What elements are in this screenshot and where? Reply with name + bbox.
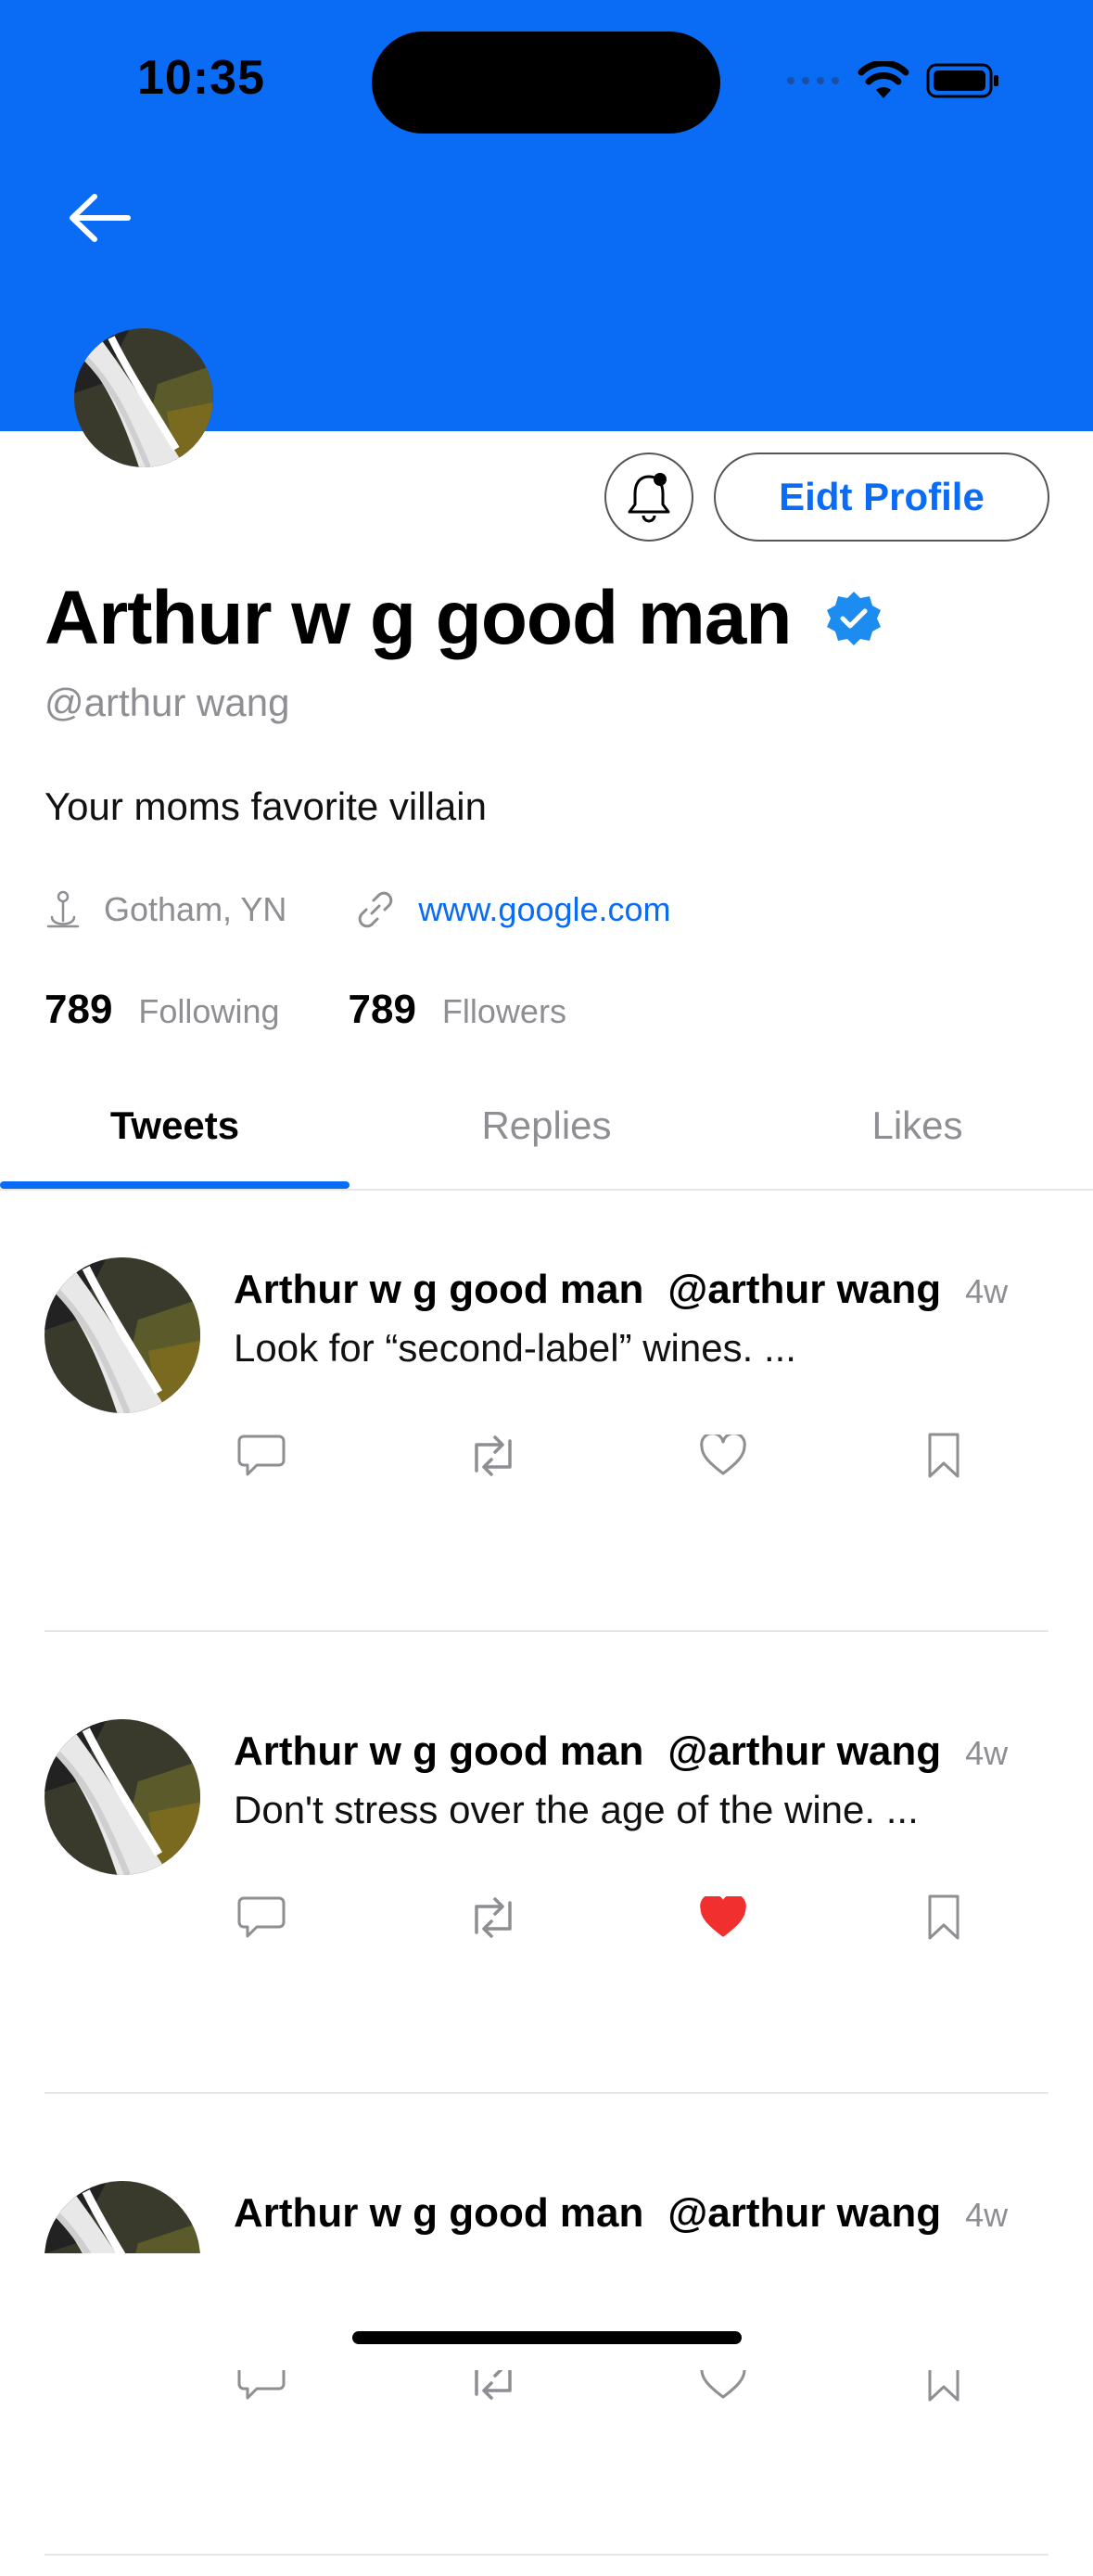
like-button[interactable] [695, 1428, 751, 1484]
tweet-header: Arthur w g good man @arthur wang 4w [234, 2190, 1008, 2237]
profile-avatar[interactable] [74, 328, 213, 467]
bottom-safe-area [0, 2253, 1093, 2370]
tweet-author-handle: @arthur wang [667, 1728, 942, 1774]
waterfall-image [44, 1719, 200, 1875]
profile-bio: Your moms favorite villain [44, 784, 487, 828]
tab-likes[interactable]: Likes [735, 1094, 1093, 1191]
retweet-icon [475, 1897, 512, 1938]
location-pin-icon [46, 890, 80, 928]
bookmark-icon [928, 1433, 960, 1478]
profile-meta: Gotham, YN www.google.com [44, 886, 671, 933]
waterfall-image [74, 328, 213, 467]
profile-tabs: Tweets Replies Likes [0, 1094, 1093, 1191]
bookmark-button[interactable] [916, 1890, 972, 1945]
tweet-timestamp: 4w [965, 1272, 1009, 1310]
wifi-icon [858, 61, 909, 98]
tweet-author-name: Arthur w g good man [234, 1267, 644, 1312]
edit-profile-button[interactable]: Eidt Profile [714, 453, 1049, 542]
like-button[interactable] [695, 1890, 751, 1945]
tweet-avatar[interactable] [44, 1257, 200, 1413]
tweet-text: Look for “second-label” wines. ... [234, 1326, 796, 1370]
following-count[interactable]: 789 [44, 987, 112, 1033]
tweet-header: Arthur w g good man @arthur wang 4w [234, 1728, 1008, 1775]
followers-label[interactable]: Fllowers [442, 992, 566, 1031]
battery-icon [926, 63, 998, 98]
tweet-author-handle: @arthur wang [667, 1267, 942, 1312]
tweet-author-name: Arthur w g good man [234, 2190, 644, 2236]
back-arrow-icon[interactable] [63, 185, 137, 250]
profile-location: Gotham, YN [104, 890, 287, 928]
tweet-author-handle: @arthur wang [667, 2190, 942, 2236]
comment-icon [237, 1435, 286, 1476]
retweet-button[interactable] [465, 1428, 521, 1484]
tweet-divider [44, 2092, 1049, 2094]
home-indicator[interactable] [352, 2331, 742, 2344]
tweet-header: Arthur w g good man @arthur wang 4w [234, 1267, 1008, 1313]
tweet-text: Don't stress over the age of the wine. .… [234, 1788, 919, 1831]
bell-badge-icon [628, 473, 670, 523]
tweet-timestamp: 4w [965, 2196, 1009, 2234]
tweet-actions [0, 1428, 1093, 1484]
tab-tweets[interactable]: Tweets [0, 1094, 350, 1191]
tab-replies[interactable]: Replies [364, 1094, 729, 1191]
tweet-avatar[interactable] [44, 1719, 200, 1875]
verified-badge-icon [827, 592, 881, 645]
waterfall-image [44, 1257, 200, 1413]
tweet-item[interactable]: Arthur w g good man @arthur wang 4w Look… [0, 1191, 1093, 1652]
link-icon [359, 891, 393, 928]
tweet-divider [44, 1630, 1049, 1632]
cellular-signal-icon [787, 77, 839, 84]
retweet-button[interactable] [465, 1890, 521, 1945]
bookmark-button[interactable] [916, 1428, 972, 1484]
comment-icon [237, 1896, 286, 1938]
reply-button[interactable] [234, 1890, 289, 1945]
tweet-divider [44, 2554, 1049, 2556]
heart-icon [700, 1435, 746, 1475]
status-time: 10:35 [137, 51, 265, 105]
following-label[interactable]: Following [138, 992, 279, 1031]
tweet-item[interactable]: Arthur w g good man @arthur wang 4w Don'… [0, 1652, 1093, 2114]
tweet-author-name: Arthur w g good man [234, 1728, 644, 1774]
notifications-button[interactable] [604, 453, 693, 542]
heart-icon [700, 1896, 746, 1937]
reply-button[interactable] [234, 1428, 289, 1484]
profile-display-name: Arthur w g good man [44, 576, 792, 660]
followers-count[interactable]: 789 [349, 987, 416, 1033]
tweet-actions [0, 1890, 1093, 1945]
bookmark-icon [928, 1894, 960, 1940]
tweet-timestamp: 4w [965, 1734, 1009, 1772]
profile-website-link[interactable]: www.google.com [418, 890, 670, 929]
profile-handle: @arthur wang [44, 681, 290, 724]
status-icons [785, 57, 1000, 104]
dynamic-island [372, 32, 720, 134]
retweet-icon [475, 1435, 512, 1476]
profile-counts: 789 Following 789 Fllowers [44, 987, 566, 1033]
active-tab-indicator [0, 1181, 350, 1189]
